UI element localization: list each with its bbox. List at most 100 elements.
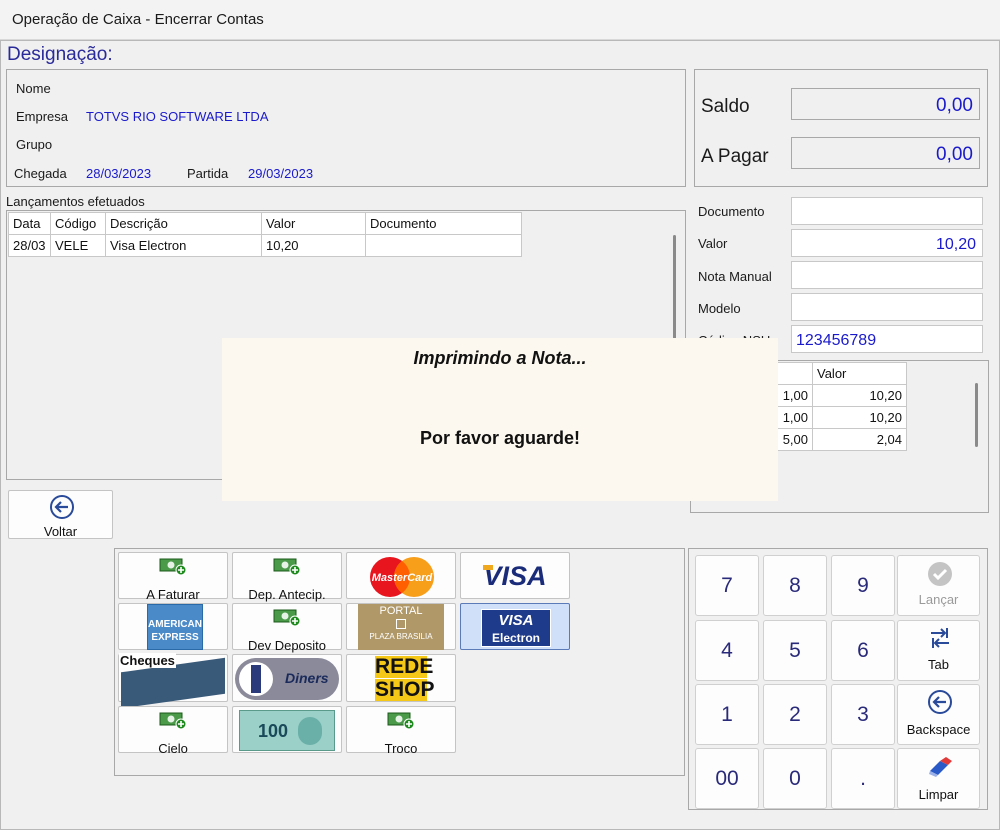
documento-label: Documento bbox=[698, 204, 765, 219]
backspace-button[interactable]: Backspace bbox=[897, 684, 980, 745]
table-row[interactable]: 28/03 VELE Visa Electron 10,20 bbox=[8, 234, 522, 257]
key-8[interactable]: 8 bbox=[763, 555, 827, 616]
key-9[interactable]: 9 bbox=[831, 555, 895, 616]
empresa-label: Empresa bbox=[16, 109, 69, 124]
cell-data: 28/03 bbox=[8, 234, 51, 257]
money-icon bbox=[159, 558, 187, 575]
dev-deposito-button[interactable]: Dev Deposito bbox=[232, 603, 342, 653]
diners-logo: Diners bbox=[235, 658, 339, 700]
col-parcela-valor[interactable]: Valor bbox=[812, 362, 907, 385]
saldo-value: 0,00 bbox=[936, 95, 973, 116]
visa-electron-button[interactable]: VISA Electron bbox=[460, 603, 570, 650]
back-arrow-icon bbox=[50, 495, 74, 519]
designacao-heading: Designação: bbox=[7, 44, 113, 65]
diners-button[interactable]: Diners bbox=[232, 654, 342, 702]
money-icon bbox=[387, 712, 415, 729]
lancamentos-title: Lançamentos efetuados bbox=[6, 194, 145, 209]
partida-label: Partida bbox=[187, 166, 229, 181]
printing-dialog: Imprimindo a Nota... Por favor aguarde! bbox=[222, 338, 778, 501]
empresa-value: TOTVS RIO SOFTWARE LTDA bbox=[86, 109, 269, 124]
money-icon bbox=[159, 712, 187, 729]
visa-electron-logo: VISA Electron bbox=[481, 609, 551, 647]
col-descricao[interactable]: Descrição bbox=[105, 212, 262, 235]
cheques-button[interactable]: Cheques bbox=[118, 653, 228, 709]
cell-valor: 10,20 bbox=[261, 234, 366, 257]
limpar-button[interactable]: Limpar bbox=[897, 748, 980, 809]
nota-manual-label: Nota Manual bbox=[698, 269, 772, 284]
dep-antecip-button[interactable]: Dep. Antecip. bbox=[232, 552, 342, 602]
nsu-field[interactable]: 123456789 bbox=[791, 325, 983, 353]
mastercard-logo: MasterCard bbox=[370, 557, 434, 597]
key-decimal[interactable]: . bbox=[831, 748, 895, 809]
valor-field[interactable]: 10,20 bbox=[791, 229, 983, 257]
wait-message: Por favor aguarde! bbox=[419, 428, 581, 448]
valor-label: Valor bbox=[698, 236, 728, 251]
diners-bar-icon bbox=[251, 665, 261, 693]
cielo-button[interactable]: Cielo bbox=[118, 706, 228, 756]
key-5[interactable]: 5 bbox=[763, 620, 827, 681]
parcelas-scrollbar[interactable] bbox=[975, 383, 978, 447]
col-codigo[interactable]: Código bbox=[50, 212, 106, 235]
cell-descricao: Visa Electron bbox=[105, 234, 262, 257]
key-2[interactable]: 2 bbox=[763, 684, 827, 745]
documento-field[interactable] bbox=[791, 197, 983, 225]
window-title: Operação de Caixa - Encerrar Contas bbox=[12, 11, 264, 28]
key-7[interactable]: 7 bbox=[695, 555, 759, 616]
lancamentos-scrollbar[interactable] bbox=[673, 235, 676, 345]
apagar-value: 0,00 bbox=[936, 144, 973, 165]
back-arrow-icon bbox=[928, 690, 952, 714]
modelo-label: Modelo bbox=[698, 301, 741, 316]
col-documento[interactable]: Documento bbox=[365, 212, 522, 235]
tab-icon bbox=[931, 628, 949, 648]
voltar-label: Voltar bbox=[43, 524, 78, 539]
key-4[interactable]: 4 bbox=[695, 620, 759, 681]
key-0[interactable]: 0 bbox=[763, 748, 827, 809]
amex-logo: AMERICAN EXPRESS bbox=[147, 604, 203, 650]
nota-manual-field[interactable] bbox=[791, 261, 983, 289]
mastercard-button[interactable]: MasterCard bbox=[346, 552, 456, 599]
portal-plaza-logo: PORTAL PLAZA BRASILIA bbox=[358, 604, 444, 650]
voltar-button[interactable]: Voltar bbox=[8, 490, 113, 539]
key-00[interactable]: 00 bbox=[695, 748, 759, 809]
check-icon bbox=[928, 562, 952, 586]
rede-logo: REDE bbox=[375, 655, 434, 678]
troco-button[interactable]: Troco bbox=[346, 706, 456, 756]
key-1[interactable]: 1 bbox=[695, 684, 759, 745]
key-6[interactable]: 6 bbox=[831, 620, 895, 681]
cash-button[interactable]: 100 bbox=[232, 706, 342, 753]
partida-value: 29/03/2023 bbox=[248, 166, 314, 181]
visa-button[interactable]: VISA bbox=[460, 552, 570, 599]
eraser-icon bbox=[929, 757, 952, 777]
redeshop-button[interactable]: REDE SHOP bbox=[346, 654, 456, 702]
money-icon bbox=[273, 558, 301, 575]
nome-label: Nome bbox=[16, 81, 51, 96]
modelo-field[interactable] bbox=[791, 293, 983, 321]
col-valor[interactable]: Valor bbox=[261, 212, 366, 235]
portal-emblem-icon bbox=[396, 619, 406, 629]
amex-button[interactable]: AMERICAN EXPRESS bbox=[118, 603, 228, 650]
printing-message: Imprimindo a Nota... bbox=[413, 348, 587, 368]
key-3[interactable]: 3 bbox=[831, 684, 895, 745]
saldo-panel: Saldo 0,00 A Pagar 0,00 bbox=[694, 69, 988, 187]
window-titlebar: Operação de Caixa - Encerrar Contas bbox=[0, 0, 1000, 40]
apagar-display: 0,00 bbox=[791, 137, 980, 169]
shop-logo: SHOP bbox=[375, 678, 435, 701]
banknote-face-icon bbox=[298, 717, 322, 745]
lancar-button[interactable]: Lançar bbox=[897, 555, 980, 616]
cell-codigo: VELE bbox=[50, 234, 106, 257]
visa-logo: VISA bbox=[483, 561, 547, 591]
money-icon bbox=[273, 609, 301, 626]
grupo-label: Grupo bbox=[16, 137, 53, 152]
portal-plaza-button[interactable]: PORTAL PLAZA BRASILIA bbox=[346, 603, 456, 650]
visa-accent-icon bbox=[483, 565, 493, 570]
chegada-value: 28/03/2023 bbox=[86, 166, 152, 181]
a-faturar-button[interactable]: A Faturar bbox=[118, 552, 228, 602]
svg-text:MasterCard: MasterCard bbox=[372, 572, 433, 584]
col-data[interactable]: Data bbox=[8, 212, 51, 235]
chegada-label: Chegada bbox=[14, 166, 67, 181]
cell-documento bbox=[365, 234, 522, 257]
cheques-label: Cheques bbox=[119, 653, 176, 668]
apagar-label: A Pagar bbox=[701, 146, 769, 167]
tab-button[interactable]: Tab bbox=[897, 620, 980, 681]
saldo-label: Saldo bbox=[701, 96, 750, 117]
